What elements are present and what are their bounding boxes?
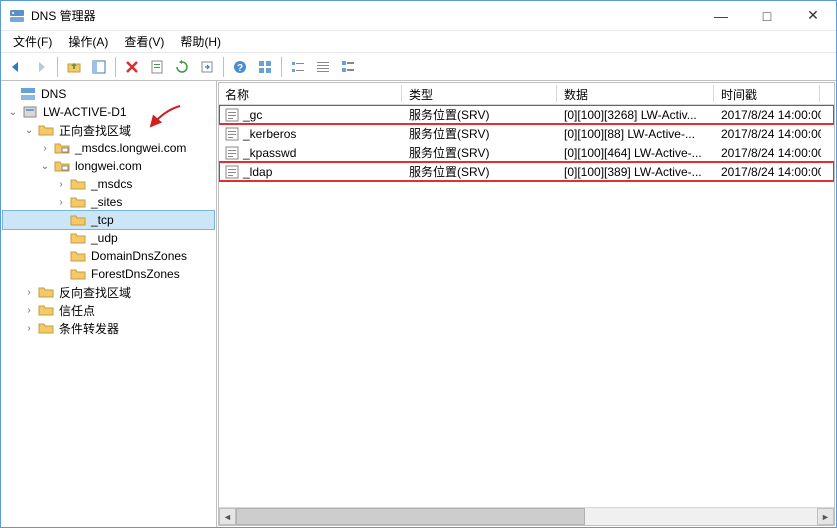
view-list-icon[interactable] (287, 56, 309, 78)
tree-sub-fdz[interactable]: ForestDnsZones (3, 265, 214, 283)
toolbar: ? (1, 53, 836, 81)
cell-data: [0][100][88] LW-Active-... (558, 125, 715, 143)
record-icon (225, 127, 239, 141)
delete-icon[interactable] (121, 56, 143, 78)
tree-sub-tcp[interactable]: _tcp (3, 211, 214, 229)
scroll-right-icon[interactable]: ► (817, 508, 834, 525)
cell-type: 服务位置(SRV) (403, 123, 558, 144)
cell-data: [0][100][464] LW-Active-... (558, 144, 715, 162)
server-icon (22, 104, 38, 120)
folder-icon (70, 266, 86, 282)
cell-type: 服务位置(SRV) (403, 105, 558, 125)
folder-icon (38, 284, 54, 300)
cell-data: [0][100][3268] LW-Activ... (558, 106, 715, 124)
dns-root-icon (20, 86, 36, 102)
folder-icon (70, 248, 86, 264)
expand-toggle[interactable]: › (23, 323, 35, 334)
refresh-icon[interactable] (171, 56, 193, 78)
cell-type: 服务位置(SRV) (403, 161, 558, 182)
menu-action[interactable]: 操作(A) (60, 31, 116, 52)
cell-ts: 2017/8/24 14:00:00 (715, 106, 821, 124)
view-large-icon[interactable] (254, 56, 276, 78)
record-icon (225, 146, 239, 160)
folder-icon (70, 230, 86, 246)
titlebar: DNS 管理器 — □ ✕ (1, 1, 836, 31)
cell-ts: 2017/8/24 14:00:00 (715, 144, 821, 162)
folder-icon (38, 122, 54, 138)
cell-type: 服务位置(SRV) (403, 142, 558, 163)
tree-zone-domain[interactable]: ⌄ longwei.com (3, 157, 214, 175)
view-tiles-icon[interactable] (337, 56, 359, 78)
minimize-button[interactable]: — (698, 1, 744, 30)
svg-text:?: ? (237, 63, 243, 74)
export-icon[interactable] (196, 56, 218, 78)
tree-sub-msdcs[interactable]: › _msdcs (3, 175, 214, 193)
expand-toggle[interactable]: › (23, 287, 35, 298)
tree-pane[interactable]: DNS ⌄ LW-ACTIVE-D1 ⌄ 正向查找区域 › _msdcs.lon… (1, 81, 217, 527)
back-icon[interactable] (5, 56, 27, 78)
expand-toggle[interactable]: › (39, 143, 51, 154)
expand-toggle[interactable]: › (23, 305, 35, 316)
list-header: 名称 类型 数据 时间戳 (219, 83, 834, 105)
menu-help[interactable]: 帮助(H) (172, 31, 229, 52)
collapse-toggle[interactable]: ⌄ (7, 107, 19, 118)
table-row[interactable]: _kpasswd服务位置(SRV)[0][100][464] LW-Active… (219, 143, 834, 162)
zone-icon (54, 140, 70, 156)
tree-root-dns[interactable]: DNS (3, 85, 214, 103)
cell-name: _kpasswd (219, 144, 403, 162)
zone-icon (54, 158, 70, 174)
list-pane: 名称 类型 数据 时间戳 _gc服务位置(SRV)[0][100][3268] … (218, 82, 835, 526)
tree-cond-fwd[interactable]: › 条件转发器 (3, 319, 214, 337)
menubar: 文件(F) 操作(A) 查看(V) 帮助(H) (1, 31, 836, 53)
tree-sub-sites[interactable]: › _sites (3, 193, 214, 211)
close-button[interactable]: ✕ (790, 1, 836, 30)
cell-data: [0][100][389] LW-Active-... (558, 163, 715, 181)
maximize-button[interactable]: □ (744, 1, 790, 30)
folder-icon (70, 194, 86, 210)
col-ts[interactable]: 时间戳 (715, 83, 821, 104)
folder-icon (38, 302, 54, 318)
new-sheet-icon[interactable] (146, 56, 168, 78)
record-icon (225, 165, 239, 179)
col-type[interactable]: 类型 (403, 83, 558, 104)
collapse-toggle[interactable]: ⌄ (39, 161, 51, 172)
cell-name: _ldap (219, 163, 403, 181)
tree-server[interactable]: ⌄ LW-ACTIVE-D1 (3, 103, 214, 121)
scroll-left-icon[interactable]: ◄ (219, 508, 236, 525)
folder-icon (70, 176, 86, 192)
dns-app-icon (9, 8, 25, 24)
horizontal-scrollbar[interactable]: ◄ ► (219, 507, 834, 525)
forward-icon[interactable] (30, 56, 52, 78)
expand-toggle[interactable]: › (55, 179, 67, 190)
cell-name: _gc (219, 106, 403, 124)
table-row[interactable]: _kerberos服务位置(SRV)[0][100][88] LW-Active… (219, 124, 834, 143)
cell-ts: 2017/8/24 14:00:00 (715, 163, 821, 181)
scroll-thumb[interactable] (236, 508, 585, 525)
tree-sub-ddz[interactable]: DomainDnsZones (3, 247, 214, 265)
properties-pane-icon[interactable] (88, 56, 110, 78)
view-details-icon[interactable] (312, 56, 334, 78)
tree-rev-zone[interactable]: › 反向查找区域 (3, 283, 214, 301)
menu-file[interactable]: 文件(F) (5, 31, 60, 52)
menu-view[interactable]: 查看(V) (116, 31, 172, 52)
cell-name: _kerberos (219, 125, 403, 143)
up-folder-icon[interactable] (63, 56, 85, 78)
window-title: DNS 管理器 (31, 7, 698, 24)
tree-sub-udp[interactable]: _udp (3, 229, 214, 247)
cell-ts: 2017/8/24 14:00:00 (715, 125, 821, 143)
list-body[interactable]: _gc服务位置(SRV)[0][100][3268] LW-Activ...20… (219, 105, 834, 507)
collapse-toggle[interactable]: ⌄ (23, 125, 35, 136)
col-data[interactable]: 数据 (558, 83, 715, 104)
folder-icon (70, 212, 86, 228)
tree-zone-msdcs[interactable]: › _msdcs.longwei.com (3, 139, 214, 157)
help-icon[interactable]: ? (229, 56, 251, 78)
table-row[interactable]: _gc服务位置(SRV)[0][100][3268] LW-Activ...20… (219, 105, 834, 124)
tree-fwd-zone[interactable]: ⌄ 正向查找区域 (3, 121, 214, 139)
record-icon (225, 108, 239, 122)
folder-icon (38, 320, 54, 336)
tree-trust[interactable]: › 信任点 (3, 301, 214, 319)
col-name[interactable]: 名称 (219, 83, 403, 104)
table-row[interactable]: _ldap服务位置(SRV)[0][100][389] LW-Active-..… (219, 162, 834, 181)
expand-toggle[interactable]: › (55, 197, 67, 208)
